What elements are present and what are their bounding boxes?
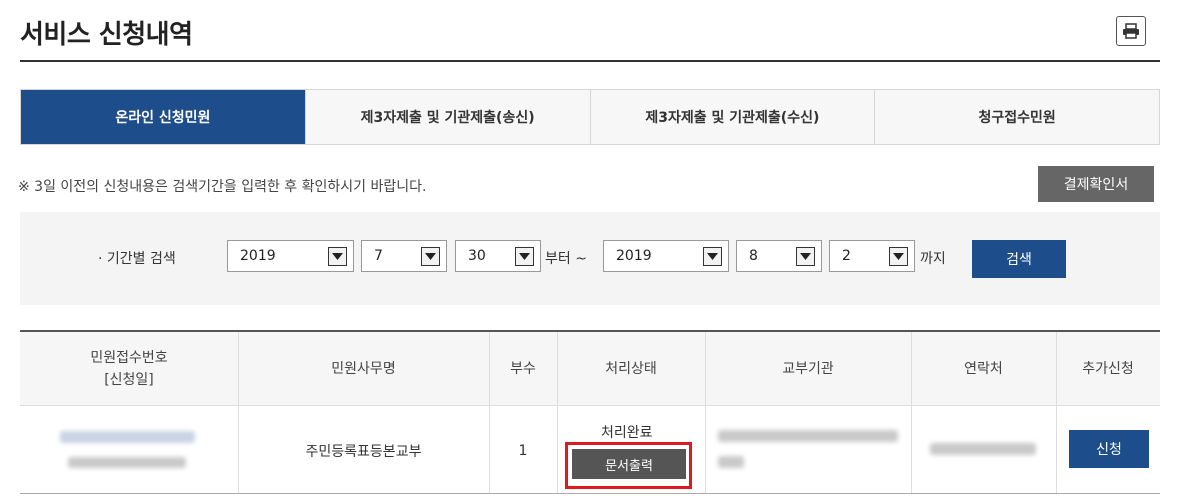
from-month-select[interactable]: 7 xyxy=(361,240,447,272)
from-year-select[interactable]: 2019 xyxy=(227,240,354,272)
cell-copies: 1 xyxy=(518,442,528,459)
tab-bar: 온라인 신청민원 제3자제출 및 기관제출(송신) 제3자제출 및 기관제출(수… xyxy=(20,89,1160,145)
to-suffix: 까지 xyxy=(920,251,946,267)
highlight-box xyxy=(565,442,692,489)
from-month-value: 7 xyxy=(374,248,383,264)
to-day-value: 2 xyxy=(842,248,851,264)
tab-claim-received[interactable]: 청구접수민원 xyxy=(874,90,1159,144)
header-additional: 추가신청 xyxy=(1056,332,1160,406)
header-receipt-no-line2: [신청일] xyxy=(104,371,154,388)
chevron-down-icon xyxy=(421,247,440,266)
header-issuing-agency: 교부기관 xyxy=(705,332,911,406)
search-button[interactable]: 검색 xyxy=(972,240,1066,278)
chevron-down-icon xyxy=(515,247,534,266)
from-day-value: 30 xyxy=(468,248,486,264)
from-suffix: 부터 ~ xyxy=(545,251,587,267)
tab-third-party-received[interactable]: 제3자제출 및 기관제출(수신) xyxy=(589,90,875,144)
header-receipt-no-line1: 민원접수번호 xyxy=(90,349,168,366)
search-label: · 기간별 검색 xyxy=(98,251,176,267)
redacted-application-date xyxy=(68,457,186,468)
to-month-value: 8 xyxy=(749,248,758,264)
header-receipt-no: 민원접수번호 [신청일] xyxy=(20,332,238,406)
tab-online-applications[interactable]: 온라인 신청민원 xyxy=(21,90,305,144)
tab-third-party-sent[interactable]: 제3자제출 및 기관제출(송신) xyxy=(304,90,590,144)
to-month-select[interactable]: 8 xyxy=(736,240,822,272)
print-button[interactable] xyxy=(1116,16,1146,46)
to-year-value: 2019 xyxy=(616,248,652,264)
to-day-select[interactable]: 2 xyxy=(829,240,915,272)
redacted-issuing-agency xyxy=(718,430,898,442)
column-divider xyxy=(1056,332,1057,494)
column-divider xyxy=(911,332,912,494)
from-day-select[interactable]: 30 xyxy=(455,240,541,272)
redacted-contact xyxy=(930,443,1036,455)
title-divider xyxy=(20,60,1160,62)
chevron-down-icon xyxy=(328,247,347,266)
header-contact: 연락처 xyxy=(911,332,1056,406)
printer-icon xyxy=(1123,23,1139,39)
redacted-issuing-agency-line2 xyxy=(718,456,744,468)
to-year-select[interactable]: 2019 xyxy=(603,240,729,272)
column-divider xyxy=(557,332,558,494)
cell-status: 처리완료 xyxy=(601,425,653,441)
from-year-value: 2019 xyxy=(240,248,276,264)
header-copies: 부수 xyxy=(489,332,557,406)
column-divider xyxy=(705,332,706,494)
cell-service-name: 주민등록표등본교부 xyxy=(305,443,422,460)
chevron-down-icon xyxy=(796,247,815,266)
payment-receipt-button[interactable]: 결제확인서 xyxy=(1038,166,1154,202)
header-status: 처리상태 xyxy=(557,332,705,406)
chevron-down-icon xyxy=(703,247,722,266)
table-bottom-border xyxy=(20,493,1160,494)
notice-text: ※ 3일 이전의 신청내용은 검색기간을 입력한 후 확인하시기 바랍니다. xyxy=(18,179,427,195)
redacted-receipt-no[interactable] xyxy=(60,431,195,443)
apply-button[interactable]: 신청 xyxy=(1069,430,1149,468)
chevron-down-icon xyxy=(889,247,908,266)
header-service-name: 민원사무명 xyxy=(238,332,489,406)
page-title: 서비스 신청내역 xyxy=(20,20,193,50)
